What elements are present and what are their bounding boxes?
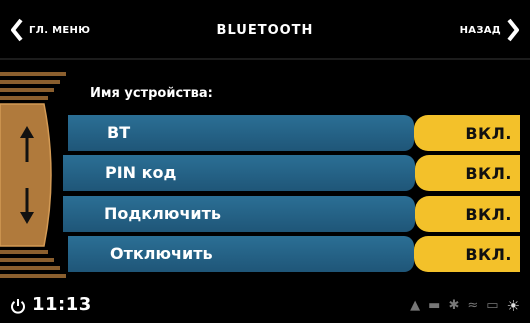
clock: 11:13 [32,294,92,315]
row-pin-code[interactable]: PIN код ВКЛ. [0,155,530,191]
back-button[interactable]: НАЗАД [460,18,520,42]
row-bt[interactable]: BT ВКЛ. [0,115,530,151]
status-toggle[interactable]: ВКЛ. [414,236,520,272]
signal-icon: ▭ [486,298,499,313]
row-label: Подключить [104,204,222,223]
top-bar: ГЛ. МЕНЮ BLUETOOTH НАЗАД [0,0,530,58]
row-connect[interactable]: Подключить ВКЛ. [0,196,530,232]
row-label: BT [107,123,131,142]
status-toggle[interactable]: ВКЛ. [415,196,520,232]
brightness-icon[interactable]: ☀ [507,298,520,314]
row-label: Отключить [110,244,213,263]
bluetooth-icon: ✱ [448,298,460,313]
power-icon[interactable] [10,298,26,314]
page-title: BLUETOOTH [216,23,314,38]
wifi-icon: ≈ [467,298,479,313]
status-icons: ▲ ▬ ✱ ≈ ▭ ☀ [410,298,520,314]
header-divider [0,58,530,60]
chevron-right-icon [507,18,519,42]
navigation-icon: ▲ [410,298,421,313]
status-bar: 11:13 ▲ ▬ ✱ ≈ ▭ ☀ [0,290,530,323]
device-name-label: Имя устройства: [90,86,213,101]
battery-icon: ▬ [428,298,441,313]
back-label: НАЗАД [459,24,501,36]
row-disconnect[interactable]: Отключить ВКЛ. [0,236,530,272]
status-toggle[interactable]: ВКЛ. [415,155,520,191]
status-toggle[interactable]: ВКЛ. [414,115,520,151]
row-label: PIN код [105,163,177,182]
